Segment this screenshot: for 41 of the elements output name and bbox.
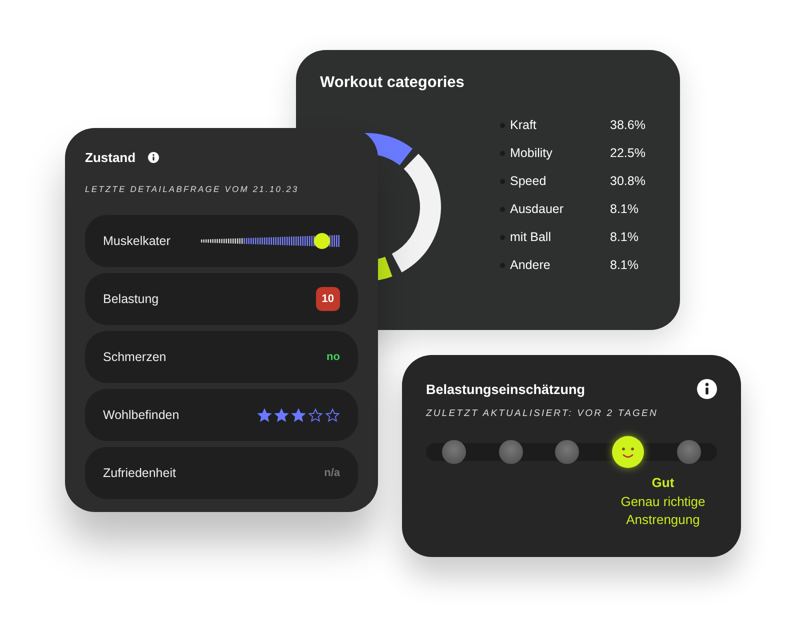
info-icon[interactable] (697, 379, 717, 399)
card-title: Belastungseinschätzung (426, 382, 586, 396)
filled-star-icon (291, 408, 306, 422)
scale-option[interactable] (498, 440, 523, 464)
row-label: Zufriedenheit (103, 466, 176, 480)
scale-option[interactable] (555, 440, 580, 464)
empty-value: n/a (324, 467, 340, 479)
status-value: no (326, 351, 340, 363)
legend-value: 8.1% (610, 202, 640, 216)
legend-value: 30.8% (610, 174, 646, 188)
info-icon[interactable] (148, 152, 159, 163)
row-label: Wohlbefinden (103, 408, 180, 422)
card-title: Zustand (85, 150, 136, 165)
row-label: Muskelkater (103, 234, 170, 248)
card-subtitle: ZULETZT AKTUALISIERT: VOR 2 TAGEN (426, 408, 658, 419)
rating-label: Gut (652, 475, 674, 490)
legend-label: Mobility (510, 146, 552, 160)
legend-label: Andere (510, 258, 550, 272)
slider-track[interactable] (201, 233, 340, 249)
row-label: Schmerzen (103, 350, 166, 364)
legend-label: Speed (510, 174, 546, 188)
legend-value: 8.1% (610, 230, 640, 244)
slider-thumb[interactable] (314, 233, 330, 249)
legend-value: 38.6% (610, 118, 646, 132)
row-label: Belastung (103, 292, 159, 306)
legend-label: Ausdauer (510, 202, 564, 216)
card-title: Workout categories (320, 74, 464, 91)
card-subtitle: LETZTE DETAILABFRAGE VOM 21.10.23 (85, 184, 299, 194)
legend-value: 8.1% (610, 258, 640, 272)
value-badge: 10 (316, 287, 340, 311)
empty-star-icon (308, 408, 323, 422)
filled-star-icon (274, 408, 289, 422)
smiley-icon[interactable] (612, 436, 644, 468)
legend-value: 22.5% (610, 146, 646, 160)
filled-star-icon (257, 408, 272, 422)
legend-label: mit Ball (510, 230, 551, 244)
scale-option[interactable] (442, 440, 466, 464)
legend-label: Kraft (510, 118, 536, 132)
scale-option[interactable] (676, 440, 701, 464)
rating-description: Genau richtige Anstrengung (620, 493, 706, 529)
empty-star-icon (325, 408, 340, 422)
